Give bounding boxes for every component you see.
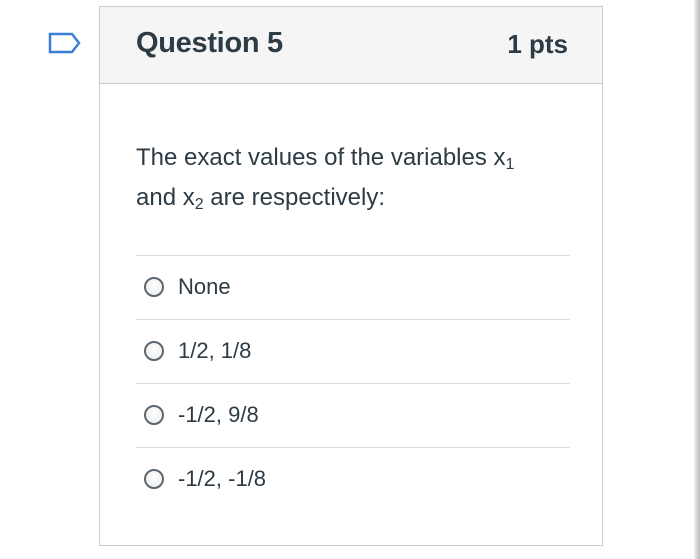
radio-button[interactable] [144, 469, 164, 489]
answer-label[interactable]: None [178, 274, 231, 300]
answer-label[interactable]: -1/2, 9/8 [178, 402, 259, 428]
question-card: Question 5 1 pts The exact values of the… [99, 6, 603, 546]
subscript-2: 2 [194, 196, 204, 213]
page-edge-shadow [694, 0, 700, 559]
radio-button[interactable] [144, 341, 164, 361]
answer-option[interactable]: -1/2, -1/8 [136, 448, 570, 512]
question-text-part: are respectively: [203, 184, 386, 211]
question-header: Question 5 1 pts [100, 7, 602, 84]
answer-option[interactable]: None [136, 256, 570, 320]
bookmark-flag-icon[interactable] [48, 32, 82, 54]
radio-button[interactable] [144, 405, 164, 425]
question-text-part: The exact values of the variables x [136, 144, 506, 171]
answer-list: None 1/2, 1/8 -1/2, 9/8 -1/2, -1/8 [136, 255, 570, 512]
answer-option[interactable]: 1/2, 1/8 [136, 320, 570, 384]
radio-button[interactable] [144, 277, 164, 297]
question-title: Question 5 [136, 27, 283, 59]
question-points: 1 pts [507, 29, 568, 59]
question-text-part: and x [136, 184, 195, 211]
subscript-1: 1 [505, 156, 515, 173]
answer-label[interactable]: -1/2, -1/8 [178, 466, 266, 492]
answer-label[interactable]: 1/2, 1/8 [178, 338, 251, 364]
answer-option[interactable]: -1/2, 9/8 [136, 384, 570, 448]
question-text: The exact values of the variables x1 and… [136, 138, 576, 218]
